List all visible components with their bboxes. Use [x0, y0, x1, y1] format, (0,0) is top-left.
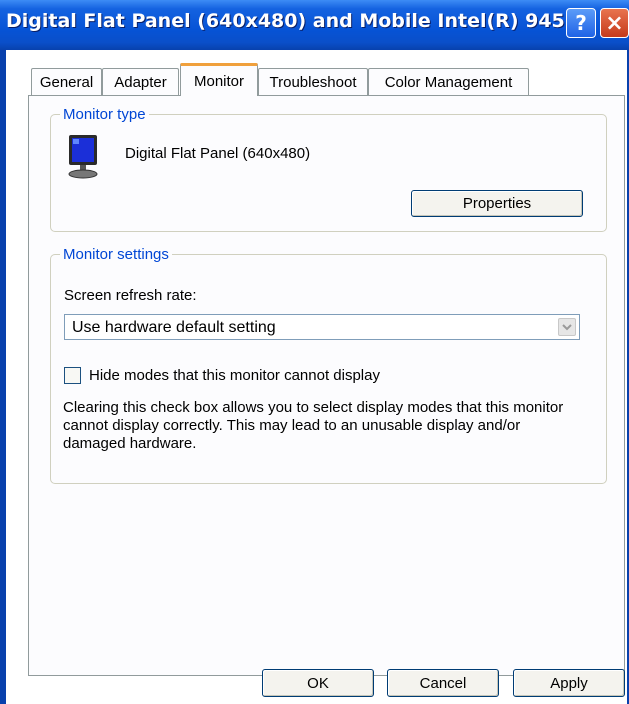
properties-button[interactable]: Properties: [411, 190, 583, 217]
refresh-rate-value: Use hardware default setting: [72, 319, 276, 336]
apply-button-label: Apply: [550, 674, 588, 692]
monitor-type-legend: Monitor type: [60, 106, 149, 123]
help-icon: ?: [575, 11, 587, 35]
apply-button[interactable]: Apply: [513, 669, 625, 697]
title-bar[interactable]: Digital Flat Panel (640x480) and Mobile …: [0, 0, 629, 50]
tab-label: Color Management: [384, 73, 513, 91]
properties-button-label: Properties: [462, 195, 532, 212]
help-button[interactable]: ?: [566, 8, 596, 38]
cancel-button-label: Cancel: [419, 674, 467, 692]
tab-general[interactable]: General: [31, 68, 102, 95]
monitor-settings-legend: Monitor settings: [60, 246, 172, 263]
tab-label: Monitor: [193, 72, 245, 90]
tab-adapter[interactable]: Adapter: [102, 68, 179, 95]
ok-button[interactable]: OK: [262, 669, 374, 697]
close-icon: ×: [605, 10, 624, 36]
monitor-name: Digital Flat Panel (640x480): [125, 145, 311, 162]
tab-color-management[interactable]: Color Management: [368, 68, 529, 95]
warning-description: Clearing this check box allows you to se…: [63, 399, 564, 452]
close-button[interactable]: ×: [600, 8, 629, 38]
chevron-down-icon[interactable]: [558, 318, 576, 336]
ok-button-label: OK: [307, 674, 329, 692]
hide-modes-label[interactable]: Hide modes that this monitor cannot disp…: [89, 367, 380, 384]
tab-label: Troubleshoot: [269, 73, 357, 91]
refresh-rate-select[interactable]: Use hardware default setting: [64, 314, 580, 340]
hide-modes-checkbox[interactable]: [64, 367, 81, 384]
refresh-rate-label: Screen refresh rate:: [64, 287, 197, 304]
tab-label: General: [39, 73, 94, 91]
monitor-icon: [66, 134, 100, 180]
cancel-button[interactable]: Cancel: [387, 669, 499, 697]
tab-monitor[interactable]: Monitor: [180, 63, 258, 96]
tab-label: Adapter: [114, 73, 167, 91]
tab-troubleshoot[interactable]: Troubleshoot: [258, 68, 368, 95]
window-title: Digital Flat Panel (640x480) and Mobile …: [6, 10, 594, 32]
